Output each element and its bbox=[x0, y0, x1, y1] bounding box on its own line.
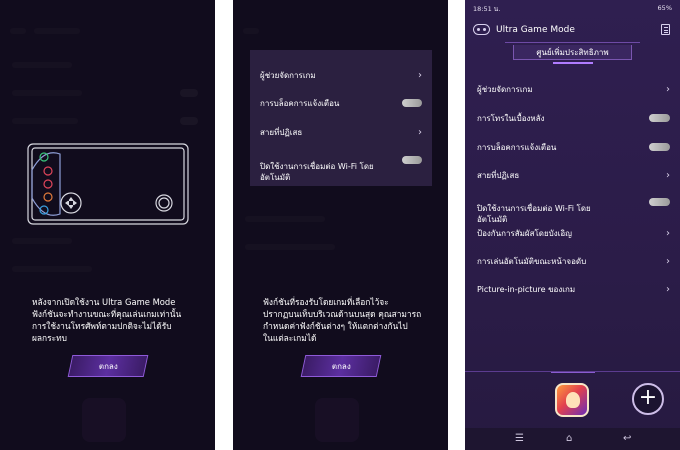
popup-item-label: สายที่ปฏิเสธ bbox=[260, 128, 303, 137]
home-icon[interactable]: ⌂ bbox=[566, 433, 572, 444]
settings-item-rejected-calls[interactable]: สายที่ปฏิเสธ › bbox=[477, 170, 670, 181]
tab-indicator bbox=[553, 62, 593, 64]
settings-item-auto-play-screen-off[interactable]: การเล่นอัตโนมัติขณะหน้าจอดับ › bbox=[477, 256, 670, 267]
gamepad-illustration bbox=[27, 143, 189, 225]
settings-item-label: การโทรในเบื้องหลัง bbox=[477, 114, 545, 123]
highlight-panel: ผู้ช่วยจัดการเกม › การบล็อคการแจ้งเตือน … bbox=[250, 50, 432, 186]
chevron-right-icon: › bbox=[418, 70, 422, 81]
chevron-right-icon: › bbox=[666, 284, 670, 295]
settings-item-label: การเล่นอัตโนมัติขณะหน้าจอดับ bbox=[477, 257, 587, 266]
toggle-switch[interactable] bbox=[402, 156, 422, 164]
popup-item-label: ผู้ช่วยจัดการเกม bbox=[260, 71, 316, 80]
settings-item-game-assistant[interactable]: ผู้ช่วยจัดการเกม › bbox=[477, 84, 670, 95]
gamepad-icon bbox=[473, 24, 490, 35]
game-dock: + bbox=[465, 365, 680, 425]
tutorial-message: หลังจากเปิดใช้งาน Ultra Game Mode ฟังก์ช… bbox=[32, 297, 182, 343]
chevron-right-icon: › bbox=[666, 228, 670, 239]
popup-item-label: การบล็อคการแจ้งเตือน bbox=[260, 99, 340, 108]
chevron-right-icon: › bbox=[666, 170, 670, 181]
navigation-bar: ☰ ⌂ ↩ bbox=[465, 428, 680, 450]
popup-item-rejected-calls[interactable]: สายที่ปฏิเสธ › bbox=[260, 127, 422, 138]
settings-item-label: ป้องกันการสัมผัสโดยบังเอิญ bbox=[477, 229, 572, 238]
settings-item-accidental-touch[interactable]: ป้องกันการสัมผัสโดยบังเอิญ › bbox=[477, 228, 670, 239]
tutorial-message: ฟังก์ชันที่รองรับโดยเกมที่เลือกไว้จะ ปรา… bbox=[263, 297, 422, 343]
toggle-switch[interactable] bbox=[649, 143, 670, 151]
popup-item-wifi-auto-off: ปิดใช้งานการเชื่อมต่อ Wi-Fi โดย อัตโนมัต… bbox=[260, 150, 422, 194]
page-title: Ultra Game Mode bbox=[496, 25, 575, 35]
toggle-switch[interactable] bbox=[649, 114, 670, 122]
back-icon[interactable]: ↩ bbox=[623, 433, 631, 444]
tutorial-screen-1: หลังจากเปิดใช้งาน Ultra Game Mode ฟังก์ช… bbox=[0, 0, 215, 450]
status-battery: 65% bbox=[657, 4, 672, 12]
game-app-icon[interactable] bbox=[555, 383, 589, 417]
settings-item-label: Picture-in-picture ของเกม bbox=[477, 285, 576, 294]
dock-notch bbox=[551, 365, 595, 373]
popup-item-label: ปิดใช้งานการเชื่อมต่อ Wi-Fi โดย อัตโนมัต… bbox=[260, 162, 374, 182]
document-icon[interactable] bbox=[661, 24, 670, 35]
chevron-right-icon: › bbox=[666, 84, 670, 95]
settings-item-label: ปิดใช้งานการเชื่อมต่อ Wi-Fi โดย อัตโนมัต… bbox=[477, 204, 591, 224]
chevron-right-icon: › bbox=[666, 256, 670, 267]
settings-item-label: ผู้ช่วยจัดการเกม bbox=[477, 85, 533, 94]
settings-item-picture-in-picture[interactable]: Picture-in-picture ของเกม › bbox=[477, 284, 670, 295]
status-time: 18:51 น. bbox=[473, 5, 501, 13]
popup-item-notification-block: การบล็อคการแจ้งเตือน bbox=[260, 98, 422, 109]
ok-button-label: ตกลง bbox=[331, 361, 351, 371]
tutorial-screen-2: ผู้ช่วยจัดการเกม › การบล็อคการแจ้งเตือน … bbox=[233, 0, 448, 450]
tab-divider bbox=[505, 42, 640, 43]
ok-button[interactable]: ตกลง bbox=[300, 355, 382, 377]
settings-item-notification-block: การบล็อคการแจ้งเตือน bbox=[477, 142, 670, 153]
tab-optimization-center[interactable]: ศูนย์เพิ่มประสิทธิภาพ bbox=[513, 45, 632, 60]
ok-button[interactable]: ตกลง bbox=[67, 355, 149, 377]
settings-item-label: สายที่ปฏิเสธ bbox=[477, 171, 520, 180]
popup-item-game-assistant[interactable]: ผู้ช่วยจัดการเกม › bbox=[260, 70, 422, 81]
toggle-switch[interactable] bbox=[402, 99, 422, 107]
tab-bar: ศูนย์เพิ่มประสิทธิภาพ bbox=[505, 42, 640, 64]
status-bar: 18:51 น. 65% bbox=[473, 4, 672, 14]
settings-item-label: การบล็อคการแจ้งเตือน bbox=[477, 143, 557, 152]
add-game-button[interactable]: + bbox=[632, 383, 664, 415]
ok-button-label: ตกลง bbox=[98, 361, 118, 371]
settings-item-background-calls: การโทรในเบื้องหลัง bbox=[477, 113, 670, 124]
chevron-right-icon: › bbox=[418, 127, 422, 138]
toggle-switch[interactable] bbox=[649, 198, 670, 206]
menu-icon[interactable]: ☰ bbox=[515, 433, 524, 444]
ultra-game-mode-screen: 18:51 น. 65% Ultra Game Mode ศูนย์เพิ่มป… bbox=[465, 0, 680, 450]
